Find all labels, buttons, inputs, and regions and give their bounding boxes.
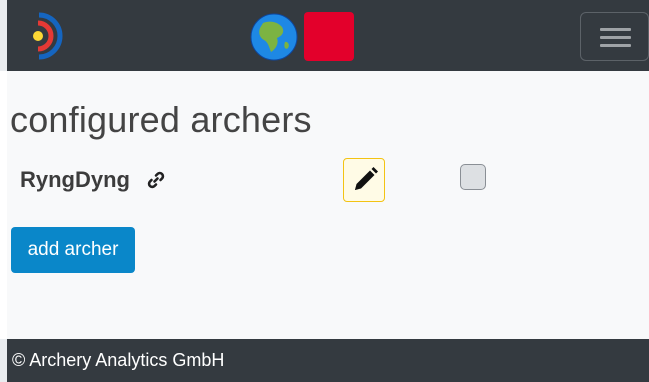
footer-copyright: © Archery Analytics GmbH [12,350,225,370]
hamburger-menu-icon [600,28,631,31]
navbar [0,0,649,71]
archer-name: RyngDyng [20,167,130,192]
main-content: configured archers RyngDyng add archer [7,71,649,339]
add-archer-button[interactable]: add archer [11,227,135,273]
archer-row: RyngDyng [7,157,649,207]
link-icon[interactable] [147,171,165,189]
edit-archer-button[interactable] [343,158,385,202]
page-title: configured archers [10,99,312,140]
pencil-icon [355,167,378,190]
app-logo-icon[interactable] [29,11,71,61]
flag-icon[interactable] [304,12,354,61]
archer-select-checkbox[interactable] [460,164,486,190]
footer: © Archery Analytics GmbH [0,339,649,382]
menu-toggle-button[interactable] [580,12,649,61]
globe-icon[interactable] [249,12,299,62]
